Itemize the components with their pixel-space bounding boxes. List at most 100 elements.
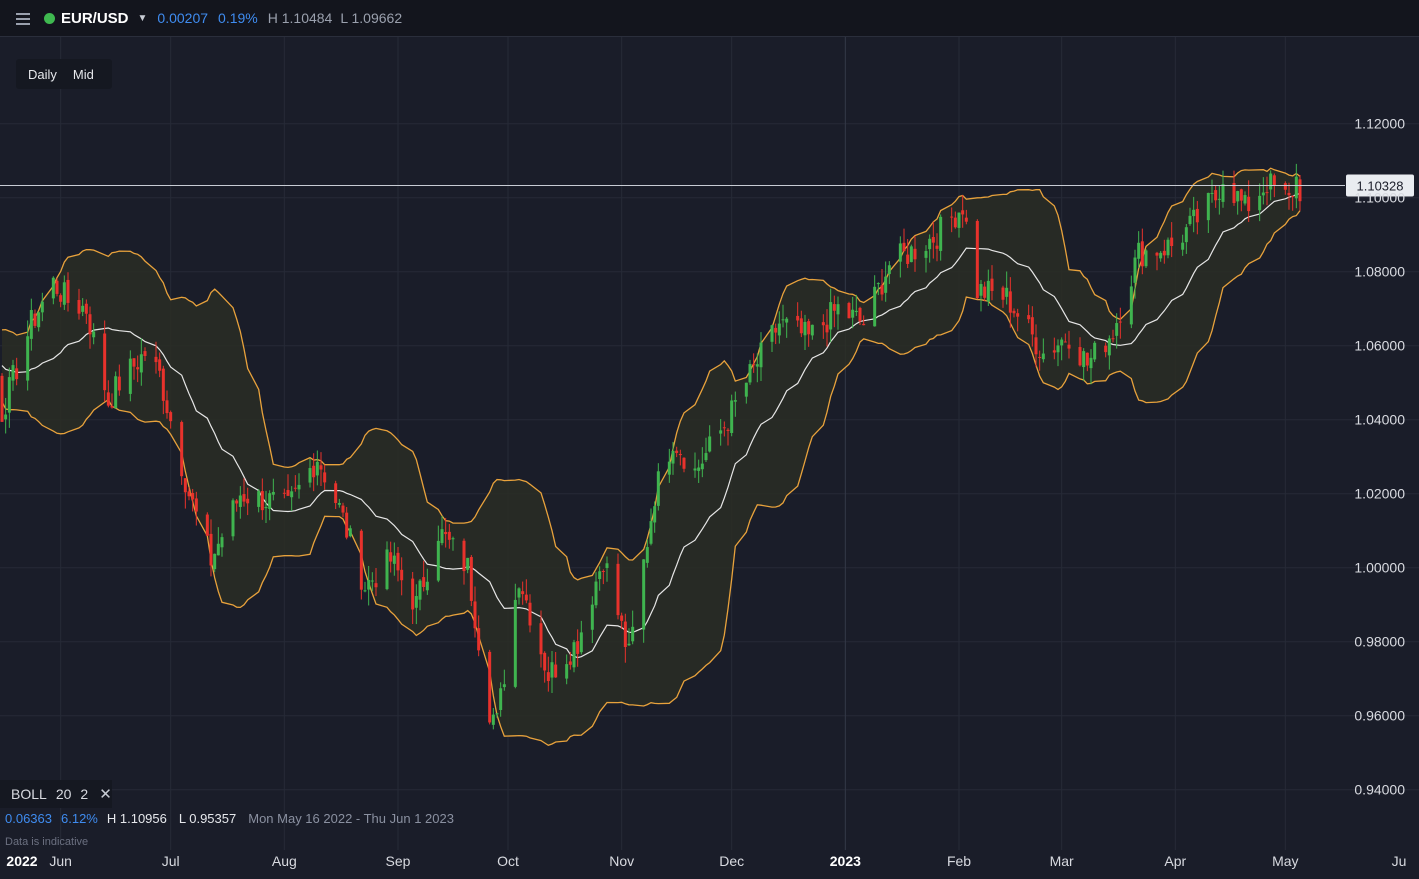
x-axis-tick-label: Dec xyxy=(719,853,744,869)
y-axis-tick-label: 0.94000 xyxy=(1354,782,1405,798)
candle-body xyxy=(143,351,147,356)
hamburger-menu-icon[interactable] xyxy=(16,12,30,25)
candle-body xyxy=(975,220,979,299)
candle-body xyxy=(935,245,939,249)
candle-body xyxy=(1195,208,1199,223)
y-axis-tick-label: 0.98000 xyxy=(1354,634,1405,650)
candle-body xyxy=(1005,287,1009,297)
candle-body xyxy=(572,642,576,668)
candle-body xyxy=(1210,192,1214,194)
x-axis-tick-label: 2022 xyxy=(6,853,37,869)
candle-body xyxy=(719,430,723,434)
candle-body xyxy=(183,478,187,493)
date-range: Mon May 16 2022 - Thu Jun 1 2023 xyxy=(248,811,454,826)
candle-body xyxy=(370,580,374,582)
symbol-label[interactable]: EUR/USD xyxy=(61,10,129,27)
candle-body xyxy=(334,483,338,504)
candle-body xyxy=(803,321,807,336)
candle-body xyxy=(4,414,8,420)
bollinger-band-fill xyxy=(2,168,1300,746)
candle-body xyxy=(898,243,902,262)
candle-body xyxy=(1184,227,1188,243)
candle-body xyxy=(851,309,855,318)
candle-body xyxy=(517,588,521,598)
disclaimer-text: Data is indicative xyxy=(5,836,89,848)
candle-body xyxy=(194,498,198,512)
candle-body xyxy=(77,300,81,314)
candle-body xyxy=(928,238,932,250)
candle-body xyxy=(880,285,884,295)
price-type-selector[interactable]: Mid xyxy=(67,67,100,82)
candle-body xyxy=(924,250,928,258)
candle-body xyxy=(282,492,286,494)
candle-body xyxy=(385,549,389,590)
candle-body xyxy=(271,491,275,495)
candle-body xyxy=(88,314,92,335)
candle-body xyxy=(777,323,781,336)
candle-body xyxy=(1188,215,1192,225)
y-axis-tick-label: 1.04000 xyxy=(1354,412,1405,428)
symbol-dropdown-icon[interactable]: ▼ xyxy=(138,13,148,24)
interval-selector[interactable]: Daily xyxy=(22,67,63,82)
price-change: 0.00207 xyxy=(157,10,209,26)
candle-body xyxy=(598,571,602,580)
candle-body xyxy=(1217,198,1221,200)
candle-body xyxy=(1118,321,1122,323)
price-chart[interactable]: 1.103281.120001.100001.080001.060001.040… xyxy=(0,37,1419,874)
candle-body xyxy=(957,212,961,228)
candle-body xyxy=(730,400,734,433)
candle-body xyxy=(528,602,532,626)
candle-body xyxy=(341,505,345,513)
candle-body xyxy=(799,318,803,334)
candle-body xyxy=(887,265,891,275)
candle-body xyxy=(1052,350,1056,353)
candle-body xyxy=(26,336,30,381)
price-change-percent: 0.19% xyxy=(218,10,258,26)
range-low: L 0.95357 xyxy=(178,811,237,826)
indicator-name[interactable]: BOLL xyxy=(11,786,47,802)
x-axis-tick-label: Oct xyxy=(497,853,519,869)
candle-body xyxy=(11,365,15,381)
candle-body xyxy=(1239,189,1243,201)
candle-body xyxy=(165,400,169,414)
candle-body xyxy=(7,377,11,413)
candle-body xyxy=(590,604,594,630)
candle-body xyxy=(345,512,349,538)
candle-body xyxy=(983,286,987,298)
candle-body xyxy=(601,571,605,573)
candle-body xyxy=(1038,356,1042,358)
x-axis-tick-label: Jul xyxy=(162,853,180,869)
candle-body xyxy=(425,581,429,591)
candle-body xyxy=(722,427,726,429)
candle-body xyxy=(909,246,913,263)
candle-body xyxy=(1287,192,1291,196)
top-bar: EUR/USD ▼ 0.00207 0.19% H 1.10484 L 1.09… xyxy=(0,0,1419,37)
range-percent: 6.12% xyxy=(61,811,98,826)
candle-body xyxy=(708,436,712,452)
candle-body xyxy=(169,412,173,422)
chart-controls: Daily Mid xyxy=(16,59,112,89)
candle-body xyxy=(543,652,547,671)
candle-body xyxy=(1291,195,1295,197)
chart-area[interactable]: 1.10328 1.12000 1.10000 1.08000 1.06000 1.040… xyxy=(0,37,1419,879)
indicator-legend: BOLL 20 2 ✕ xyxy=(0,780,112,808)
candle-body xyxy=(66,279,70,303)
candle-body xyxy=(807,321,811,335)
candle-body xyxy=(1093,342,1097,360)
candle-body xyxy=(374,583,378,588)
candle-body xyxy=(656,471,660,506)
candle-body xyxy=(550,662,554,678)
candle-body xyxy=(348,528,352,537)
candle-body xyxy=(312,465,316,478)
candle-body xyxy=(110,405,114,408)
candle-body xyxy=(396,552,400,571)
candle-body xyxy=(1221,184,1225,202)
candle-body xyxy=(103,333,107,391)
candle-body xyxy=(1155,252,1159,256)
candle-body xyxy=(554,664,558,678)
candle-body xyxy=(392,555,396,564)
candle-body xyxy=(671,450,675,464)
candle-body xyxy=(257,491,261,507)
remove-indicator-icon[interactable]: ✕ xyxy=(99,785,112,803)
candle-body xyxy=(649,521,653,544)
